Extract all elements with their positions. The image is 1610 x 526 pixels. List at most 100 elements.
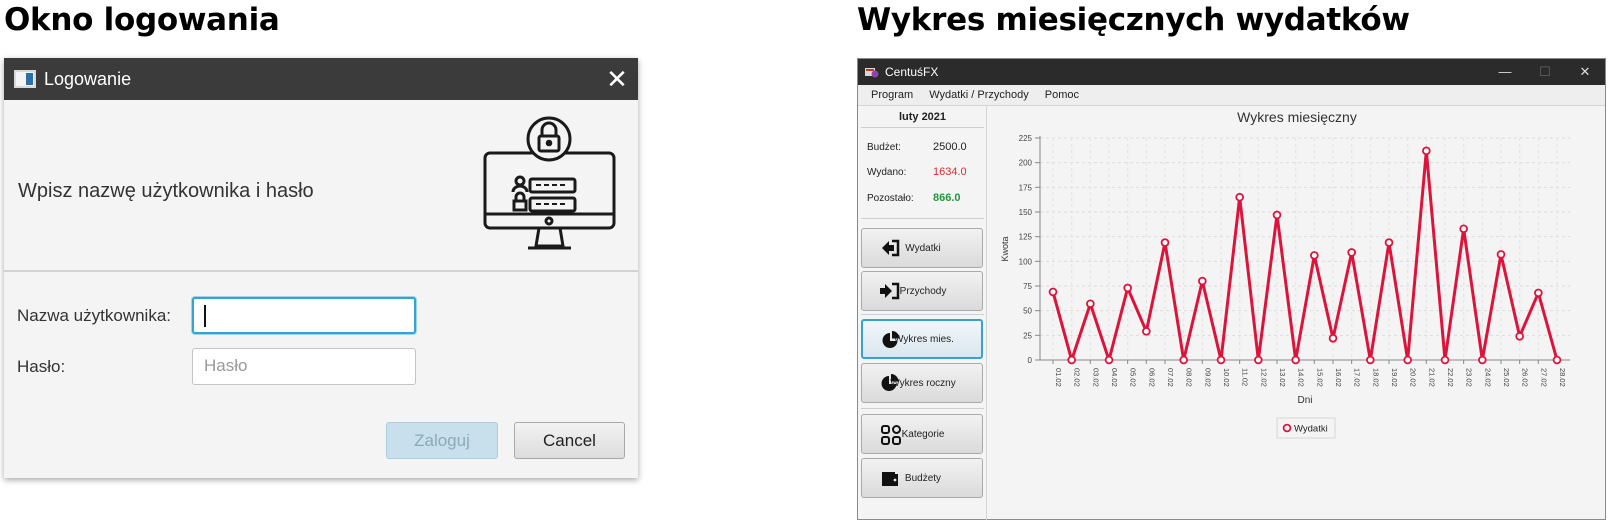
- divider: [861, 218, 984, 219]
- username-field[interactable]: [192, 297, 416, 334]
- x-tick-label: 06.02: [1147, 368, 1156, 387]
- monthly-chart-label: Wykres mies.: [894, 333, 954, 345]
- password-field[interactable]: Hasło: [192, 348, 416, 385]
- x-tick-label: 01.02: [1054, 368, 1063, 387]
- data-point: [1291, 355, 1300, 365]
- login-dialog: Logowanie ✕ Wpisz nazwę użytkownika i ha…: [4, 58, 638, 478]
- x-tick-label: 09.02: [1203, 368, 1212, 387]
- y-tick-label: 100: [1019, 257, 1033, 266]
- app-titlebar: CentuśFX — ☐ ✕: [858, 59, 1605, 85]
- chart-section-heading: Wykres miesięcznych wydatków: [857, 2, 1410, 38]
- x-tick-label: 17.02: [1353, 368, 1362, 387]
- budgets-button[interactable]: Budżety: [861, 458, 983, 498]
- menu-pomoc[interactable]: Pomoc: [1045, 89, 1079, 101]
- data-point: [1515, 332, 1524, 341]
- income-label: Przychody: [899, 285, 947, 297]
- x-tick-label: 24.02: [1483, 368, 1492, 387]
- series-line-wydatki: [1051, 149, 1559, 362]
- x-tick-label: 25.02: [1502, 368, 1511, 387]
- y-tick-label: 125: [1019, 233, 1033, 242]
- app-window-icon: [14, 70, 36, 88]
- data-point: [1272, 210, 1282, 220]
- data-point: [1179, 355, 1188, 365]
- x-tick-label: 10.02: [1222, 368, 1231, 387]
- y-axis-label: Kwota: [1000, 236, 1010, 261]
- maximize-icon[interactable]: ☐: [1525, 64, 1565, 80]
- x-tick-label: 04.02: [1110, 368, 1119, 387]
- x-tick-label: 20.02: [1409, 368, 1418, 387]
- x-tick-label: 26.02: [1521, 368, 1530, 387]
- data-point: [1534, 288, 1543, 298]
- data-point: [1552, 355, 1562, 365]
- legend-marker: [1282, 423, 1292, 433]
- login-header: Wpisz nazwę użytkownika i hasło: [4, 100, 638, 272]
- password-label: Hasło:: [17, 357, 66, 376]
- login-section-heading: Okno logowania: [4, 2, 280, 38]
- app-window-title: CentuśFX: [885, 65, 939, 79]
- y-tick-label: 75: [1023, 282, 1032, 291]
- data-point: [1459, 224, 1468, 234]
- spent-label: Wydano:: [867, 167, 907, 178]
- data-point: [1347, 248, 1356, 257]
- expenses-label: Wydatki: [905, 242, 941, 254]
- data-point: [1104, 355, 1114, 365]
- menu-program[interactable]: Program: [871, 89, 913, 101]
- x-tick-label: 23.02: [1465, 368, 1474, 387]
- monthly-expenses-chart: 0 25 50 75 100 125 150 175 200 225 01.02 02.02 03.02…: [1000, 134, 1570, 439]
- data-point: [1328, 333, 1338, 343]
- data-point: [1086, 299, 1095, 309]
- x-tick-label: 22.02: [1446, 368, 1455, 387]
- y-tick-label: 50: [1023, 307, 1032, 316]
- monthly-chart-button[interactable]: Wykres mies.: [861, 319, 983, 359]
- login-window-title: Logowanie: [44, 68, 132, 89]
- x-tick-label: 28.02: [1558, 368, 1567, 387]
- budget-label: Budżet:: [867, 142, 901, 153]
- divider: [861, 408, 984, 409]
- data-point: [1496, 250, 1506, 259]
- data-point: [1160, 238, 1170, 247]
- x-tick-label: 08.02: [1185, 368, 1194, 387]
- data-point: [1403, 355, 1412, 365]
- x-tick-label: 03.02: [1091, 368, 1100, 387]
- username-label: Nazwa użytkownika:: [17, 306, 172, 325]
- spent-value: 1634.0: [933, 166, 967, 178]
- chart-title: Wykres miesięczny: [1237, 109, 1357, 125]
- divider: [861, 127, 984, 128]
- x-tick-label: 21.02: [1427, 368, 1436, 387]
- login-titlebar: Logowanie ✕: [4, 58, 638, 100]
- categories-button[interactable]: Kategorie: [861, 414, 983, 454]
- x-tick-label: 15.02: [1315, 368, 1324, 387]
- legend-label: Wydatki: [1294, 424, 1328, 435]
- data-point: [1422, 146, 1431, 156]
- minimize-icon[interactable]: —: [1485, 64, 1525, 80]
- close-icon[interactable]: ✕: [596, 58, 638, 100]
- data-point: [1478, 355, 1487, 365]
- x-axis-label: Dni: [1297, 395, 1312, 406]
- remaining-label: Pozostało:: [867, 193, 914, 204]
- login-button[interactable]: Zaloguj: [386, 422, 498, 459]
- y-tick-label: 175: [1019, 183, 1033, 192]
- data-point: [1123, 283, 1132, 293]
- x-tick-label: 14.02: [1297, 368, 1306, 387]
- categories-label: Kategorie: [901, 428, 945, 440]
- cancel-button[interactable]: Cancel: [514, 422, 625, 459]
- budget-value: 2500.0: [933, 141, 967, 153]
- x-tick-label: 02.02: [1073, 368, 1082, 387]
- data-point: [1384, 238, 1394, 247]
- expenses-button[interactable]: Wydatki: [861, 228, 983, 268]
- x-tick-label: 05.02: [1129, 368, 1138, 387]
- data-point: [1366, 355, 1375, 365]
- data-point: [1198, 276, 1207, 286]
- menu-bar: Program Wydatki / Przychody Pomoc: [858, 85, 1605, 106]
- y-tick-label: 200: [1019, 159, 1033, 168]
- remaining-value: 866.0: [933, 192, 961, 204]
- data-point: [1216, 355, 1226, 365]
- sidebar: luty 2021 Budżet: 2500.0 Wydano: 1634.0 …: [858, 106, 987, 520]
- menu-wydatki-przychody[interactable]: Wydatki / Przychody: [929, 89, 1029, 101]
- budgets-label: Budżety: [904, 472, 942, 484]
- close-icon[interactable]: ✕: [1565, 64, 1605, 80]
- yearly-chart-button[interactable]: Wykres roczny: [861, 363, 983, 403]
- income-button[interactable]: Przychody: [861, 271, 983, 311]
- monitor-lock-icon: [483, 116, 616, 250]
- current-month: luty 2021: [898, 111, 947, 123]
